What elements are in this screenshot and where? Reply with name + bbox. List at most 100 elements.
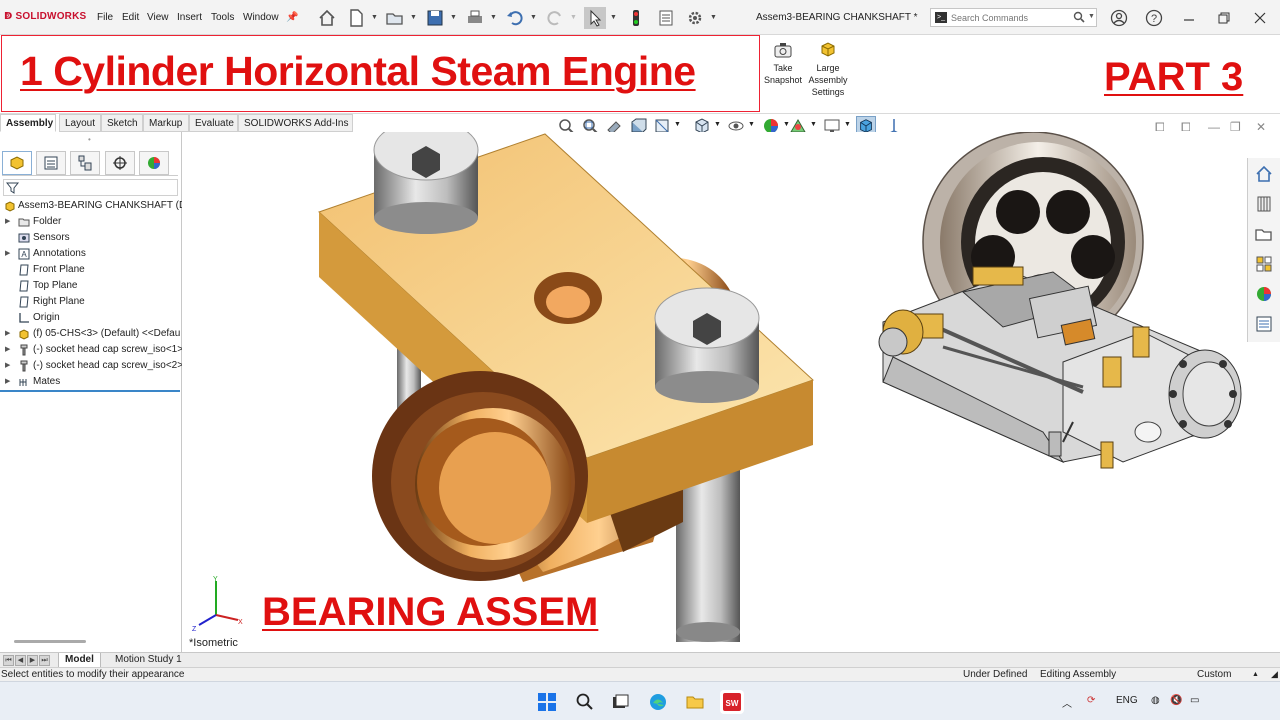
annotation-caret-icon[interactable]: ▼ (674, 121, 681, 128)
tray-sync-icon[interactable]: ⟳ (1087, 695, 1095, 706)
edge-browser-icon[interactable] (646, 690, 670, 714)
select-arrow-icon[interactable] (584, 7, 606, 29)
last-tab-icon[interactable]: ⏭ (39, 655, 50, 666)
options-gear-icon[interactable] (684, 7, 706, 29)
new-document-icon[interactable] (345, 7, 367, 29)
save-icon[interactable] (424, 7, 446, 29)
tray-overflow-icon[interactable]: ︿ (1062, 695, 1072, 710)
expand-icon[interactable]: ▶ (5, 358, 10, 374)
tree-filter[interactable] (3, 179, 178, 196)
tab-evaluate[interactable]: Evaluate (189, 114, 238, 132)
tree-item-top-plane[interactable]: Top Plane (0, 278, 182, 294)
task-view-icon[interactable] (608, 690, 632, 714)
pin-icon[interactable]: 📌 (286, 12, 298, 23)
tab-model[interactable]: Model (58, 653, 101, 668)
expand-icon[interactable]: ▶ (5, 326, 10, 342)
view-palette-icon[interactable] (1252, 252, 1276, 276)
menu-insert[interactable]: Insert (177, 12, 202, 23)
tab-motion-study-1[interactable]: Motion Study 1 (109, 653, 188, 668)
orientation-caret-icon[interactable]: ▼ (714, 121, 721, 128)
tab-assembly[interactable]: Assembly (0, 114, 56, 132)
units-caret-icon[interactable]: ▲ (1252, 671, 1259, 678)
status-resize-icon[interactable]: ◢ (1271, 669, 1278, 680)
menu-tools[interactable]: Tools (211, 12, 234, 23)
tree-item-annotations[interactable]: ▶ A Annotations (0, 246, 182, 262)
file-properties-icon[interactable] (655, 7, 677, 29)
help-icon[interactable]: ? (1143, 7, 1165, 29)
menu-file[interactable]: File (97, 12, 113, 23)
tree-root[interactable]: Assem3-BEARING CHANKSHAFT (De (0, 198, 182, 214)
panel-scrollbar[interactable] (14, 640, 86, 643)
tab-layout[interactable]: Layout (59, 114, 101, 132)
file-explorer-taskbar-icon[interactable] (683, 690, 707, 714)
search-input[interactable] (951, 11, 1071, 25)
open-folder-icon[interactable] (384, 7, 406, 29)
tab-markup[interactable]: Markup (143, 114, 189, 132)
menu-edit[interactable]: Edit (122, 12, 139, 23)
file-explorer-icon[interactable] (1252, 222, 1276, 246)
search-icon[interactable] (1073, 11, 1085, 26)
scene-caret-icon[interactable]: ▼ (810, 121, 817, 128)
windows-start-icon[interactable] (535, 690, 559, 714)
volume-muted-icon[interactable]: 🔇 (1170, 695, 1182, 706)
redo-icon[interactable] (544, 7, 566, 29)
display-manager-icon[interactable] (139, 151, 169, 175)
search-caret-icon[interactable]: ▼ (1088, 13, 1095, 20)
custom-properties-icon[interactable] (1252, 312, 1276, 336)
solidworks-taskbar-icon[interactable]: SW (720, 690, 744, 714)
tree-item-screw-2[interactable]: ▶ (-) socket head cap screw_iso<2> (0, 358, 182, 374)
prev-tab-icon[interactable]: ◀ (15, 655, 26, 666)
graphics-area[interactable]: Y X Z BEARING ASSEM *Isometric (183, 132, 1247, 652)
taskbar-search-icon[interactable] (573, 690, 597, 714)
print-icon[interactable] (464, 7, 486, 29)
appearances-scenes-icon[interactable] (1252, 282, 1276, 306)
menu-view[interactable]: View (147, 12, 169, 23)
large-assembly-settings-button[interactable]: Large Assembly Settings (806, 41, 850, 98)
options-caret-icon[interactable]: ▼ (710, 14, 717, 21)
open-caret-icon[interactable]: ▼ (410, 14, 417, 21)
search-box[interactable]: >_ ▼ (930, 8, 1097, 27)
first-tab-icon[interactable]: ⏮ (3, 655, 14, 666)
battery-icon[interactable]: ▭ (1190, 695, 1199, 706)
rebuild-traffic-light-icon[interactable] (625, 7, 647, 29)
undo-icon[interactable] (504, 7, 526, 29)
user-account-icon[interactable] (1108, 7, 1130, 29)
featuremanager-tree-icon[interactable] (2, 151, 32, 175)
expand-icon[interactable]: ▶ (5, 374, 10, 390)
tree-item-sensors[interactable]: Sensors (0, 230, 182, 246)
expand-icon[interactable]: ▶ (5, 246, 10, 262)
close-icon[interactable] (1249, 7, 1271, 29)
home-icon[interactable] (316, 7, 338, 29)
tree-item-origin[interactable]: Origin (0, 310, 182, 326)
save-caret-icon[interactable]: ▼ (450, 14, 457, 21)
redo-caret-icon[interactable]: ▼ (570, 14, 577, 21)
take-snapshot-button[interactable]: Take Snapshot (762, 41, 804, 86)
tree-item-part-05-chs[interactable]: ▶ (f) 05-CHS<3> (Default) <<Defau (0, 326, 182, 342)
viewport-close-icon[interactable]: ✕ (1256, 120, 1266, 134)
dimxpert-manager-icon[interactable] (105, 151, 135, 175)
property-manager-icon[interactable] (36, 151, 66, 175)
panel-grip-icon[interactable]: • (88, 135, 91, 144)
tree-item-screw-1[interactable]: ▶ (-) socket head cap screw_iso<1> (0, 342, 182, 358)
new-caret-icon[interactable]: ▼ (371, 14, 378, 21)
expand-icon[interactable]: ▶ (5, 342, 10, 358)
hide-show-caret-icon[interactable]: ▼ (748, 121, 755, 128)
tree-item-folder[interactable]: ▶ Folder (0, 214, 182, 230)
solidworks-resources-icon[interactable] (1252, 162, 1276, 186)
tree-item-right-plane[interactable]: Right Plane (0, 294, 182, 310)
language-indicator[interactable]: ENG (1116, 695, 1138, 706)
units-selector[interactable]: Custom (1197, 669, 1231, 680)
print-caret-icon[interactable]: ▼ (490, 14, 497, 21)
tab-addins[interactable]: SOLIDWORKS Add-Ins (238, 114, 353, 132)
undo-caret-icon[interactable]: ▼ (530, 14, 537, 21)
network-globe-icon[interactable]: ◍ (1151, 695, 1160, 706)
view-settings-caret-icon[interactable]: ▼ (844, 121, 851, 128)
tab-sketch[interactable]: Sketch (101, 114, 143, 132)
next-tab-icon[interactable]: ▶ (27, 655, 38, 666)
select-caret-icon[interactable]: ▼ (610, 14, 617, 21)
design-library-icon[interactable] (1252, 192, 1276, 216)
configuration-manager-icon[interactable] (70, 151, 100, 175)
menu-window[interactable]: Window (243, 12, 279, 23)
tree-item-mates[interactable]: ▶ Mates (0, 374, 182, 390)
expand-icon[interactable]: ▶ (5, 214, 10, 230)
